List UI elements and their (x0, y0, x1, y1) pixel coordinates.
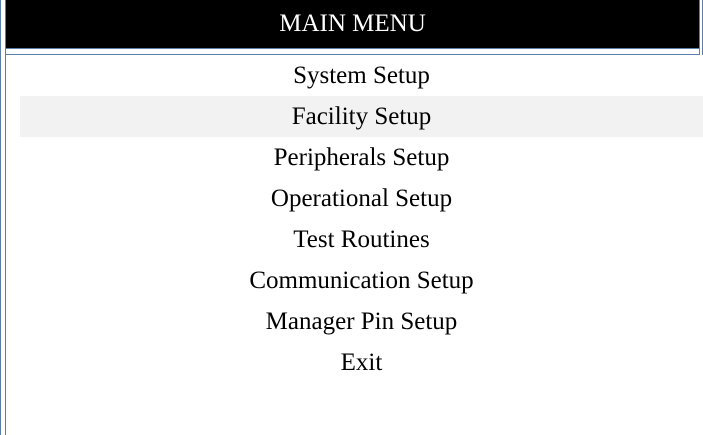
menu-list: System Setup Facility Setup Peripherals … (20, 55, 703, 383)
window-left-border (0, 0, 6, 435)
title-divider (6, 48, 699, 55)
window-right-border (699, 0, 703, 55)
menu-item-manager-pin-setup[interactable]: Manager Pin Setup (20, 301, 703, 342)
menu-item-peripherals-setup[interactable]: Peripherals Setup (20, 137, 703, 178)
menu-item-test-routines[interactable]: Test Routines (20, 219, 703, 260)
menu-item-system-setup[interactable]: System Setup (20, 55, 703, 96)
main-menu-window: MAIN MENU System Setup Facility Setup Pe… (0, 0, 703, 435)
menu-item-operational-setup[interactable]: Operational Setup (20, 178, 703, 219)
menu-title: MAIN MENU (6, 0, 699, 48)
menu-item-communication-setup[interactable]: Communication Setup (20, 260, 703, 301)
menu-item-facility-setup[interactable]: Facility Setup (20, 96, 703, 137)
menu-item-exit[interactable]: Exit (20, 342, 703, 383)
